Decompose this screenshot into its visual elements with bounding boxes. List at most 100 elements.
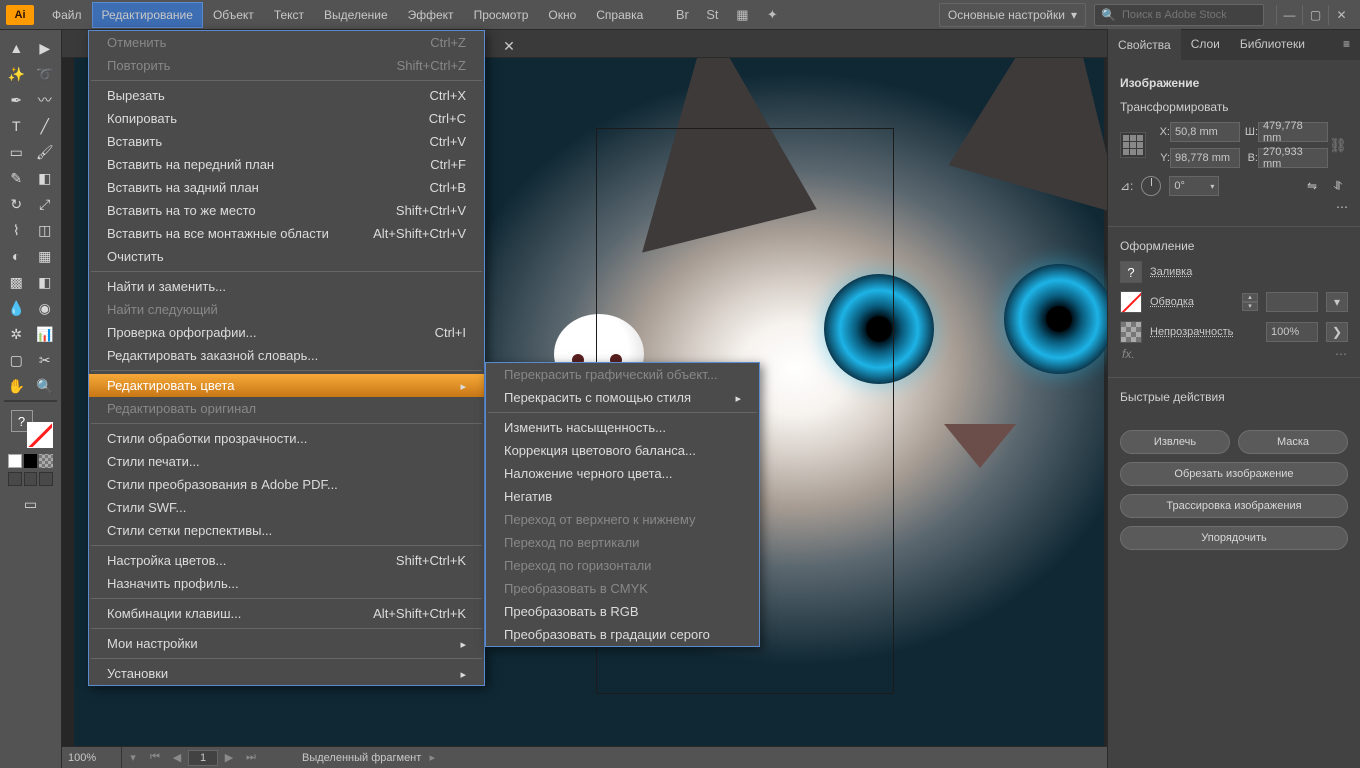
prev-artboard-icon[interactable]: ◀ — [166, 747, 188, 768]
menu-item[interactable]: Установки — [89, 662, 484, 685]
menu-item[interactable]: Настройка цветов...Shift+Ctrl+K — [89, 549, 484, 572]
symbol-sprayer-tool[interactable]: ✲ — [3, 322, 29, 346]
shaper-tool[interactable]: ✎ — [3, 166, 29, 190]
menu-object[interactable]: Объект — [203, 2, 264, 28]
panel-menu-icon[interactable]: ≡ — [1333, 30, 1360, 60]
menu-file[interactable]: Файл — [42, 2, 92, 28]
eyedropper-tool[interactable]: 💧 — [3, 296, 29, 320]
menu-item[interactable]: Вставить на то же местоShift+Ctrl+V — [89, 199, 484, 222]
menu-effect[interactable]: Эффект — [398, 2, 464, 28]
pen-tool[interactable]: ✒ — [3, 88, 29, 112]
flip-horizontal-icon[interactable]: ⇋ — [1302, 177, 1322, 195]
menu-item[interactable]: Найти и заменить... — [89, 275, 484, 298]
tab-libraries[interactable]: Библиотеки — [1230, 30, 1315, 60]
screen-mode-icon[interactable]: ▭ — [18, 492, 44, 516]
minimize-button[interactable]: — — [1276, 5, 1302, 25]
last-artboard-icon[interactable]: ⏭ — [240, 747, 262, 768]
draw-inside-icon[interactable] — [39, 472, 53, 486]
menu-item[interactable]: Назначить профиль... — [89, 572, 484, 595]
submenu-item[interactable]: Перекрасить с помощью стиля — [486, 386, 759, 409]
menu-item[interactable]: Проверка орфографии...Ctrl+I — [89, 321, 484, 344]
zoom-tool[interactable]: 🔍 — [32, 374, 58, 398]
menu-item[interactable]: Мои настройки — [89, 632, 484, 655]
perspective-tool[interactable]: ▦ — [32, 244, 58, 268]
menu-item[interactable]: Редактировать цвета — [89, 374, 484, 397]
link-wh-icon[interactable]: ⛓ — [1328, 127, 1348, 163]
reference-point-icon[interactable] — [1120, 132, 1146, 158]
zoom-level[interactable]: 100% — [62, 747, 122, 768]
gpu-icon[interactable]: ✦ — [763, 6, 781, 24]
menu-item[interactable]: Стили SWF... — [89, 496, 484, 519]
more-options-icon[interactable]: ⋯ — [1336, 200, 1348, 214]
menu-item[interactable]: Стили обработки прозрачности... — [89, 427, 484, 450]
brush-tool[interactable]: 🖌 — [32, 140, 58, 164]
workspace-switcher[interactable]: Основные настройки ▾ — [939, 3, 1086, 27]
search-stock-field[interactable]: 🔍 — [1094, 4, 1264, 26]
arrange-button[interactable]: Упорядочить — [1120, 526, 1348, 550]
menu-edit[interactable]: Редактирование — [92, 2, 203, 28]
opacity-dropdown[interactable]: ❯ — [1326, 322, 1348, 342]
bridge-icon[interactable]: Br — [673, 6, 691, 24]
menu-item[interactable]: Стили преобразования в Adobe PDF... — [89, 473, 484, 496]
arrange-docs-icon[interactable]: ▦ — [733, 6, 751, 24]
menu-item[interactable]: Редактировать заказной словарь... — [89, 344, 484, 367]
status-dropdown-icon[interactable]: ▸ — [421, 747, 443, 768]
hand-tool[interactable]: ✋ — [3, 374, 29, 398]
next-artboard-icon[interactable]: ▶ — [218, 747, 240, 768]
rectangle-tool[interactable]: ▭ — [3, 140, 29, 164]
zoom-dropdown-icon[interactable]: ▾ — [122, 747, 144, 768]
menu-window[interactable]: Окно — [538, 2, 586, 28]
submenu-item[interactable]: Преобразовать в градации серого — [486, 623, 759, 646]
h-value[interactable]: 270,933 mm — [1258, 148, 1328, 168]
tab-layers[interactable]: Слои — [1181, 30, 1230, 60]
flip-vertical-icon[interactable]: ⥯ — [1328, 177, 1348, 195]
menu-item[interactable]: ВырезатьCtrl+X — [89, 84, 484, 107]
mask-button[interactable]: Маска — [1238, 430, 1348, 454]
stroke-weight-value[interactable] — [1266, 292, 1318, 312]
angle-dial-icon[interactable] — [1141, 176, 1161, 196]
menu-item[interactable]: Вставить на все монтажные областиAlt+Shi… — [89, 222, 484, 245]
menu-item[interactable]: Стили печати... — [89, 450, 484, 473]
menu-view[interactable]: Просмотр — [464, 2, 539, 28]
tab-properties[interactable]: Свойства — [1108, 29, 1181, 60]
menu-help[interactable]: Справка — [586, 2, 653, 28]
width-tool[interactable]: ⌇ — [3, 218, 29, 242]
default-fill-icon[interactable] — [8, 454, 22, 468]
magic-wand-tool[interactable]: ✨ — [3, 62, 29, 86]
slice-tool[interactable]: ✂ — [32, 348, 58, 372]
lasso-tool[interactable]: ➰ — [32, 62, 58, 86]
curvature-tool[interactable]: 〰 — [32, 88, 58, 112]
crop-image-button[interactable]: Обрезать изображение — [1120, 462, 1348, 486]
opacity-swatch[interactable] — [1120, 321, 1142, 343]
angle-value[interactable]: 0°▾ — [1169, 176, 1219, 196]
menu-select[interactable]: Выделение — [314, 2, 398, 28]
submenu-item[interactable]: Негатив — [486, 485, 759, 508]
draw-normal-icon[interactable] — [8, 472, 22, 486]
appearance-more-icon[interactable]: ⋯ — [1334, 347, 1346, 361]
eraser-tool[interactable]: ◧ — [32, 166, 58, 190]
menu-text[interactable]: Текст — [264, 2, 314, 28]
submenu-item[interactable]: Изменить насыщенность... — [486, 416, 759, 439]
stock-icon[interactable]: St — [703, 6, 721, 24]
swap-icon[interactable] — [39, 454, 53, 468]
stroke-weight-dropdown[interactable]: ▾ — [1326, 292, 1348, 312]
extract-button[interactable]: Извлечь — [1120, 430, 1230, 454]
menu-item[interactable]: Стили сетки перспективы... — [89, 519, 484, 542]
fill-stroke-swatch[interactable]: ? — [9, 408, 53, 448]
submenu-item[interactable]: Преобразовать в RGB — [486, 600, 759, 623]
type-tool[interactable]: T — [3, 114, 29, 138]
fill-swatch[interactable]: ? — [1120, 261, 1142, 283]
shape-builder-tool[interactable]: ◐ — [3, 244, 29, 268]
image-trace-button[interactable]: Трассировка изображения — [1120, 494, 1348, 518]
graph-tool[interactable]: 📊 — [32, 322, 58, 346]
x-value[interactable]: 50,8 mm — [1170, 122, 1240, 142]
scale-tool[interactable]: ⤢ — [32, 192, 58, 216]
submenu-item[interactable]: Коррекция цветового баланса... — [486, 439, 759, 462]
y-value[interactable]: 98,778 mm — [1170, 148, 1240, 168]
search-input[interactable] — [1122, 9, 1257, 21]
w-value[interactable]: 479,778 mm — [1258, 122, 1328, 142]
stroke-swatch[interactable] — [1120, 291, 1142, 313]
artboard-number[interactable]: 1 — [188, 750, 218, 766]
direct-selection-tool[interactable]: ▶ — [32, 36, 58, 60]
tab-close-icon[interactable]: ✕ — [498, 35, 520, 57]
